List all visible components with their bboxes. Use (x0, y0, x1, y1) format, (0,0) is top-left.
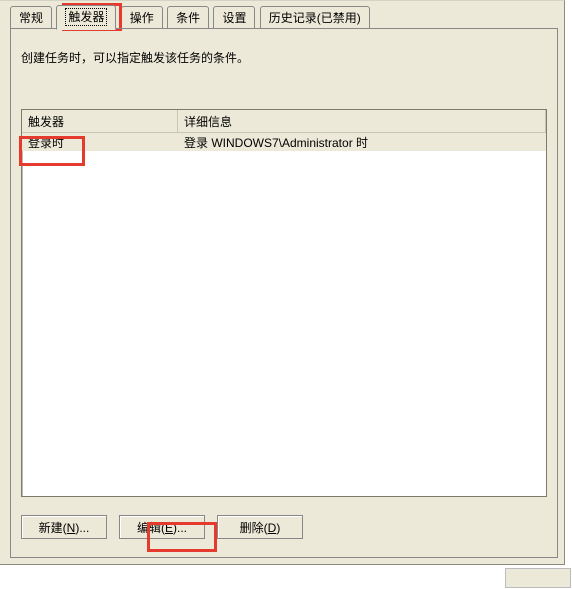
tab-description: 创建任务时，可以指定触发该任务的条件。 (11, 29, 557, 76)
tab-general[interactable]: 常规 (10, 6, 52, 30)
delete-button[interactable]: 删除(D) (217, 515, 303, 539)
cell-details: 登录 WINDOWS7\Administrator 时 (178, 133, 546, 152)
tab-strip: 常规 触发器 操作 条件 设置 历史记录(已禁用) (0, 5, 564, 29)
cell-trigger: 登录时 (22, 133, 178, 152)
tab-actions[interactable]: 操作 (121, 6, 163, 30)
edit-button-post: )... (173, 521, 187, 535)
tab-triggers-label: 触发器 (65, 8, 107, 26)
tab-history[interactable]: 历史记录(已禁用) (260, 6, 370, 30)
new-button-pre: 新建( (39, 521, 67, 535)
edit-button[interactable]: 编辑(E)... (119, 515, 205, 539)
col-trigger[interactable]: 触发器 (22, 110, 178, 132)
dialog-page: 常规 触发器 操作 条件 设置 历史记录(已禁用) 创建任务时，可以指定触发该任… (0, 0, 565, 565)
button-row: 新建(N)... 编辑(E)... 删除(D) (21, 515, 303, 539)
edit-button-underline: E (165, 521, 173, 535)
tab-triggers[interactable]: 触发器 (56, 5, 116, 30)
tab-conditions[interactable]: 条件 (167, 6, 209, 30)
new-button-post: )... (75, 521, 89, 535)
footer-fragment (505, 568, 571, 588)
triggers-listview[interactable]: 触发器 详细信息 登录时 登录 WINDOWS7\Administrator 时 (21, 109, 547, 497)
delete-button-post: ) (276, 521, 280, 535)
new-button[interactable]: 新建(N)... (21, 515, 107, 539)
edit-button-pre: 编辑( (137, 521, 165, 535)
delete-button-pre: 删除( (240, 521, 268, 535)
tab-body: 创建任务时，可以指定触发该任务的条件。 触发器 详细信息 登录时 登录 WIND… (10, 29, 558, 558)
table-row[interactable]: 登录时 登录 WINDOWS7\Administrator 时 (22, 133, 546, 151)
col-details[interactable]: 详细信息 (178, 110, 546, 132)
listview-header: 触发器 详细信息 (22, 110, 546, 133)
tab-settings[interactable]: 设置 (213, 6, 255, 30)
